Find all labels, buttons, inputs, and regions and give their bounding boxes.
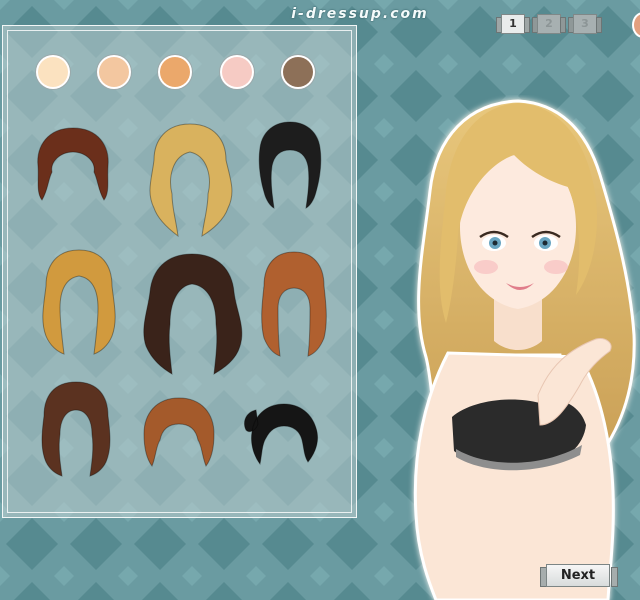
hair-option-golden-long[interactable] xyxy=(36,246,122,356)
next-button-label: Next xyxy=(546,564,610,587)
skin-tone-swatch-3[interactable] xyxy=(160,57,190,87)
page-1-button[interactable]: 1 xyxy=(496,14,530,34)
page-1-label: 1 xyxy=(501,14,525,34)
hair-option-auburn-bangs[interactable] xyxy=(256,248,332,358)
skin-tone-swatch-2[interactable] xyxy=(99,57,129,87)
page-2-label: 2 xyxy=(537,14,561,34)
skin-tone-swatch-4[interactable] xyxy=(222,57,252,87)
skin-tone-swatch-1[interactable] xyxy=(38,57,68,87)
hair-option-black-ponytail[interactable] xyxy=(238,398,324,468)
hair-option-brown-wavy[interactable] xyxy=(36,378,116,478)
site-logo[interactable]: i-dressup.com xyxy=(270,6,450,22)
page-2-button[interactable]: 2 xyxy=(532,14,566,34)
dressup-model xyxy=(413,99,636,600)
page-3-button[interactable]: 3 xyxy=(568,14,602,34)
hair-option-long-blonde-wavy[interactable] xyxy=(142,120,238,240)
hair-option-black-updo[interactable] xyxy=(252,118,328,210)
page-selector: 1 2 3 xyxy=(496,13,602,35)
hair-option-dark-brown-long[interactable] xyxy=(136,250,248,378)
skin-tone-swatch-5[interactable] xyxy=(283,57,313,87)
next-button[interactable]: Next xyxy=(540,563,618,589)
page-3-label: 3 xyxy=(573,14,597,34)
hair-option-short-auburn[interactable] xyxy=(30,122,116,206)
hair-option-copper-bob[interactable] xyxy=(138,394,220,470)
